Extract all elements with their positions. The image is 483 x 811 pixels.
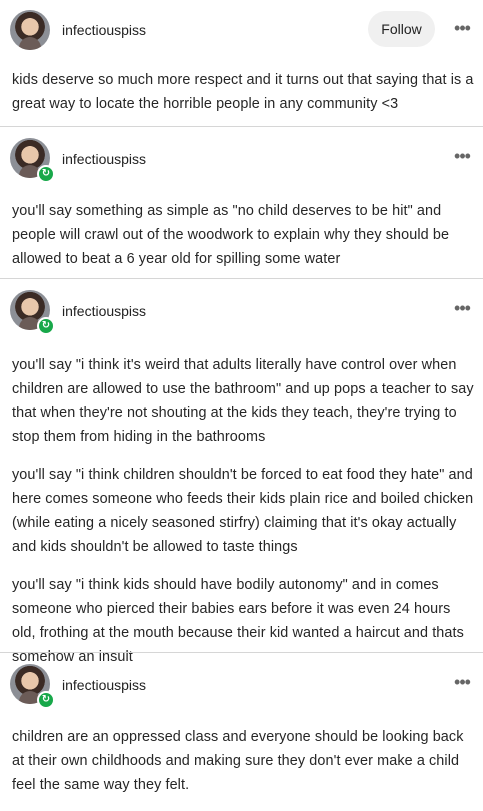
post-text: kids deserve so much more respect and it… <box>12 72 474 112</box>
username[interactable]: infectiouspiss <box>62 22 146 38</box>
more-options-icon[interactable]: ••• <box>451 147 473 168</box>
more-options-icon[interactable]: ••• <box>451 299 473 320</box>
post-4-header: ↻ infectiouspiss ••• <box>10 664 473 709</box>
post-2: ↻ infectiouspiss ••• you'll say somethin… <box>0 127 483 278</box>
post-text: children are an oppressed class and ever… <box>12 729 464 793</box>
more-options-icon[interactable]: ••• <box>451 673 473 694</box>
username[interactable]: infectiouspiss <box>62 151 146 167</box>
post-4-body: children are an oppressed class and ever… <box>12 725 475 811</box>
reblog-icon: ↻ <box>37 165 55 183</box>
post-2-body: you'll say something as simple as "no ch… <box>12 199 475 285</box>
post-1-header: infectiouspiss Follow ••• <box>10 10 473 54</box>
follow-button[interactable]: Follow <box>368 11 435 47</box>
post-3-body: you'll say "i think it's weird that adul… <box>12 353 475 683</box>
post-3-header: ↻ infectiouspiss ••• <box>10 290 473 335</box>
post-text: you'll say "i think it's weird that adul… <box>12 357 474 445</box>
avatar[interactable] <box>10 10 50 50</box>
more-options-icon[interactable]: ••• <box>451 19 473 40</box>
username[interactable]: infectiouspiss <box>62 303 146 319</box>
username[interactable]: infectiouspiss <box>62 677 146 693</box>
post-2-header: ↻ infectiouspiss ••• <box>10 138 473 183</box>
post-3: ↻ infectiouspiss ••• you'll say "i think… <box>0 279 483 665</box>
post-text: you'll say "i think children shouldn't b… <box>12 467 474 555</box>
reblog-icon: ↻ <box>37 691 55 709</box>
post-text: you'll say something as simple as "no ch… <box>12 203 450 267</box>
post-1-body: kids deserve so much more respect and it… <box>12 68 475 130</box>
post-4: ↻ infectiouspiss ••• children are an opp… <box>0 653 483 800</box>
reblog-icon: ↻ <box>37 317 55 335</box>
post-1: infectiouspiss Follow ••• kids deserve s… <box>0 0 483 126</box>
